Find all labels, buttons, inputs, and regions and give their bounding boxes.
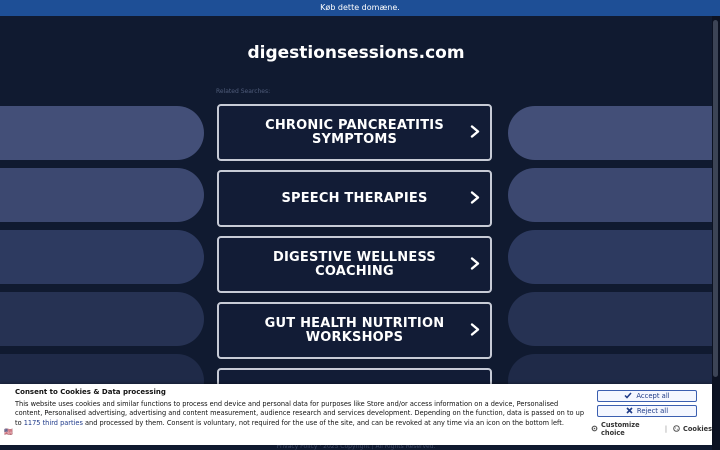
x-icon (626, 406, 633, 416)
consent-text: This website uses cookies and similar fu… (15, 400, 585, 428)
consent-secondary-actions: Customize choice | Cookies (591, 421, 712, 437)
search-link-speech-therapies[interactable]: SPEECH THERAPIES (217, 170, 492, 227)
search-link-label: GUT HEALTH NUTRITION WORKSHOPS (264, 315, 445, 345)
consent-title: Consent to Cookies & Data processing (15, 388, 166, 396)
chevron-right-icon (470, 189, 480, 208)
consent-text-part: and processed by them. Consent is volunt… (82, 418, 564, 427)
search-link-label: DIGESTIVE WELLNESS COACHING (272, 249, 436, 279)
accept-all-label: Accept all (636, 392, 670, 400)
customize-choice-link[interactable]: Customize choice (601, 421, 659, 437)
accept-all-button[interactable]: Accept all (597, 390, 697, 402)
separator: | (664, 425, 668, 433)
search-link-gut-health[interactable]: GUT HEALTH NUTRITION WORKSHOPS (217, 302, 492, 359)
search-link-chronic-pancreatitis[interactable]: CHRONIC PANCREATITIS SYMPTOMS (217, 104, 492, 161)
reject-all-label: Reject all (636, 407, 669, 415)
gear-icon (591, 425, 598, 434)
search-link-label: CHRONIC PANCREATITIS SYMPTOMS (265, 117, 444, 147)
related-searches-label: Related Searches: (216, 88, 271, 95)
cookie-consent-banner: Consent to Cookies & Data processing Thi… (0, 384, 712, 445)
reject-all-button[interactable]: Reject all (597, 405, 697, 417)
buy-domain-banner[interactable]: Køb dette domæne. (0, 0, 720, 16)
chevron-right-icon (470, 123, 480, 142)
cookie-icon (673, 424, 680, 434)
domain-title: digestionsessions.com (247, 43, 465, 63)
third-parties-link[interactable]: 1175 third parties (24, 419, 83, 427)
cookies-link[interactable]: Cookies (683, 425, 712, 433)
chevron-right-icon (470, 255, 480, 274)
language-flag-icon[interactable]: 🇺🇸 (4, 428, 13, 436)
chevron-right-icon (470, 321, 480, 340)
search-link-digestive-wellness[interactable]: DIGESTIVE WELLNESS COACHING (217, 236, 492, 293)
checkmark-icon (624, 392, 632, 401)
scrollbar-thumb[interactable] (713, 20, 718, 377)
search-link-label: SPEECH THERAPIES (281, 190, 428, 206)
